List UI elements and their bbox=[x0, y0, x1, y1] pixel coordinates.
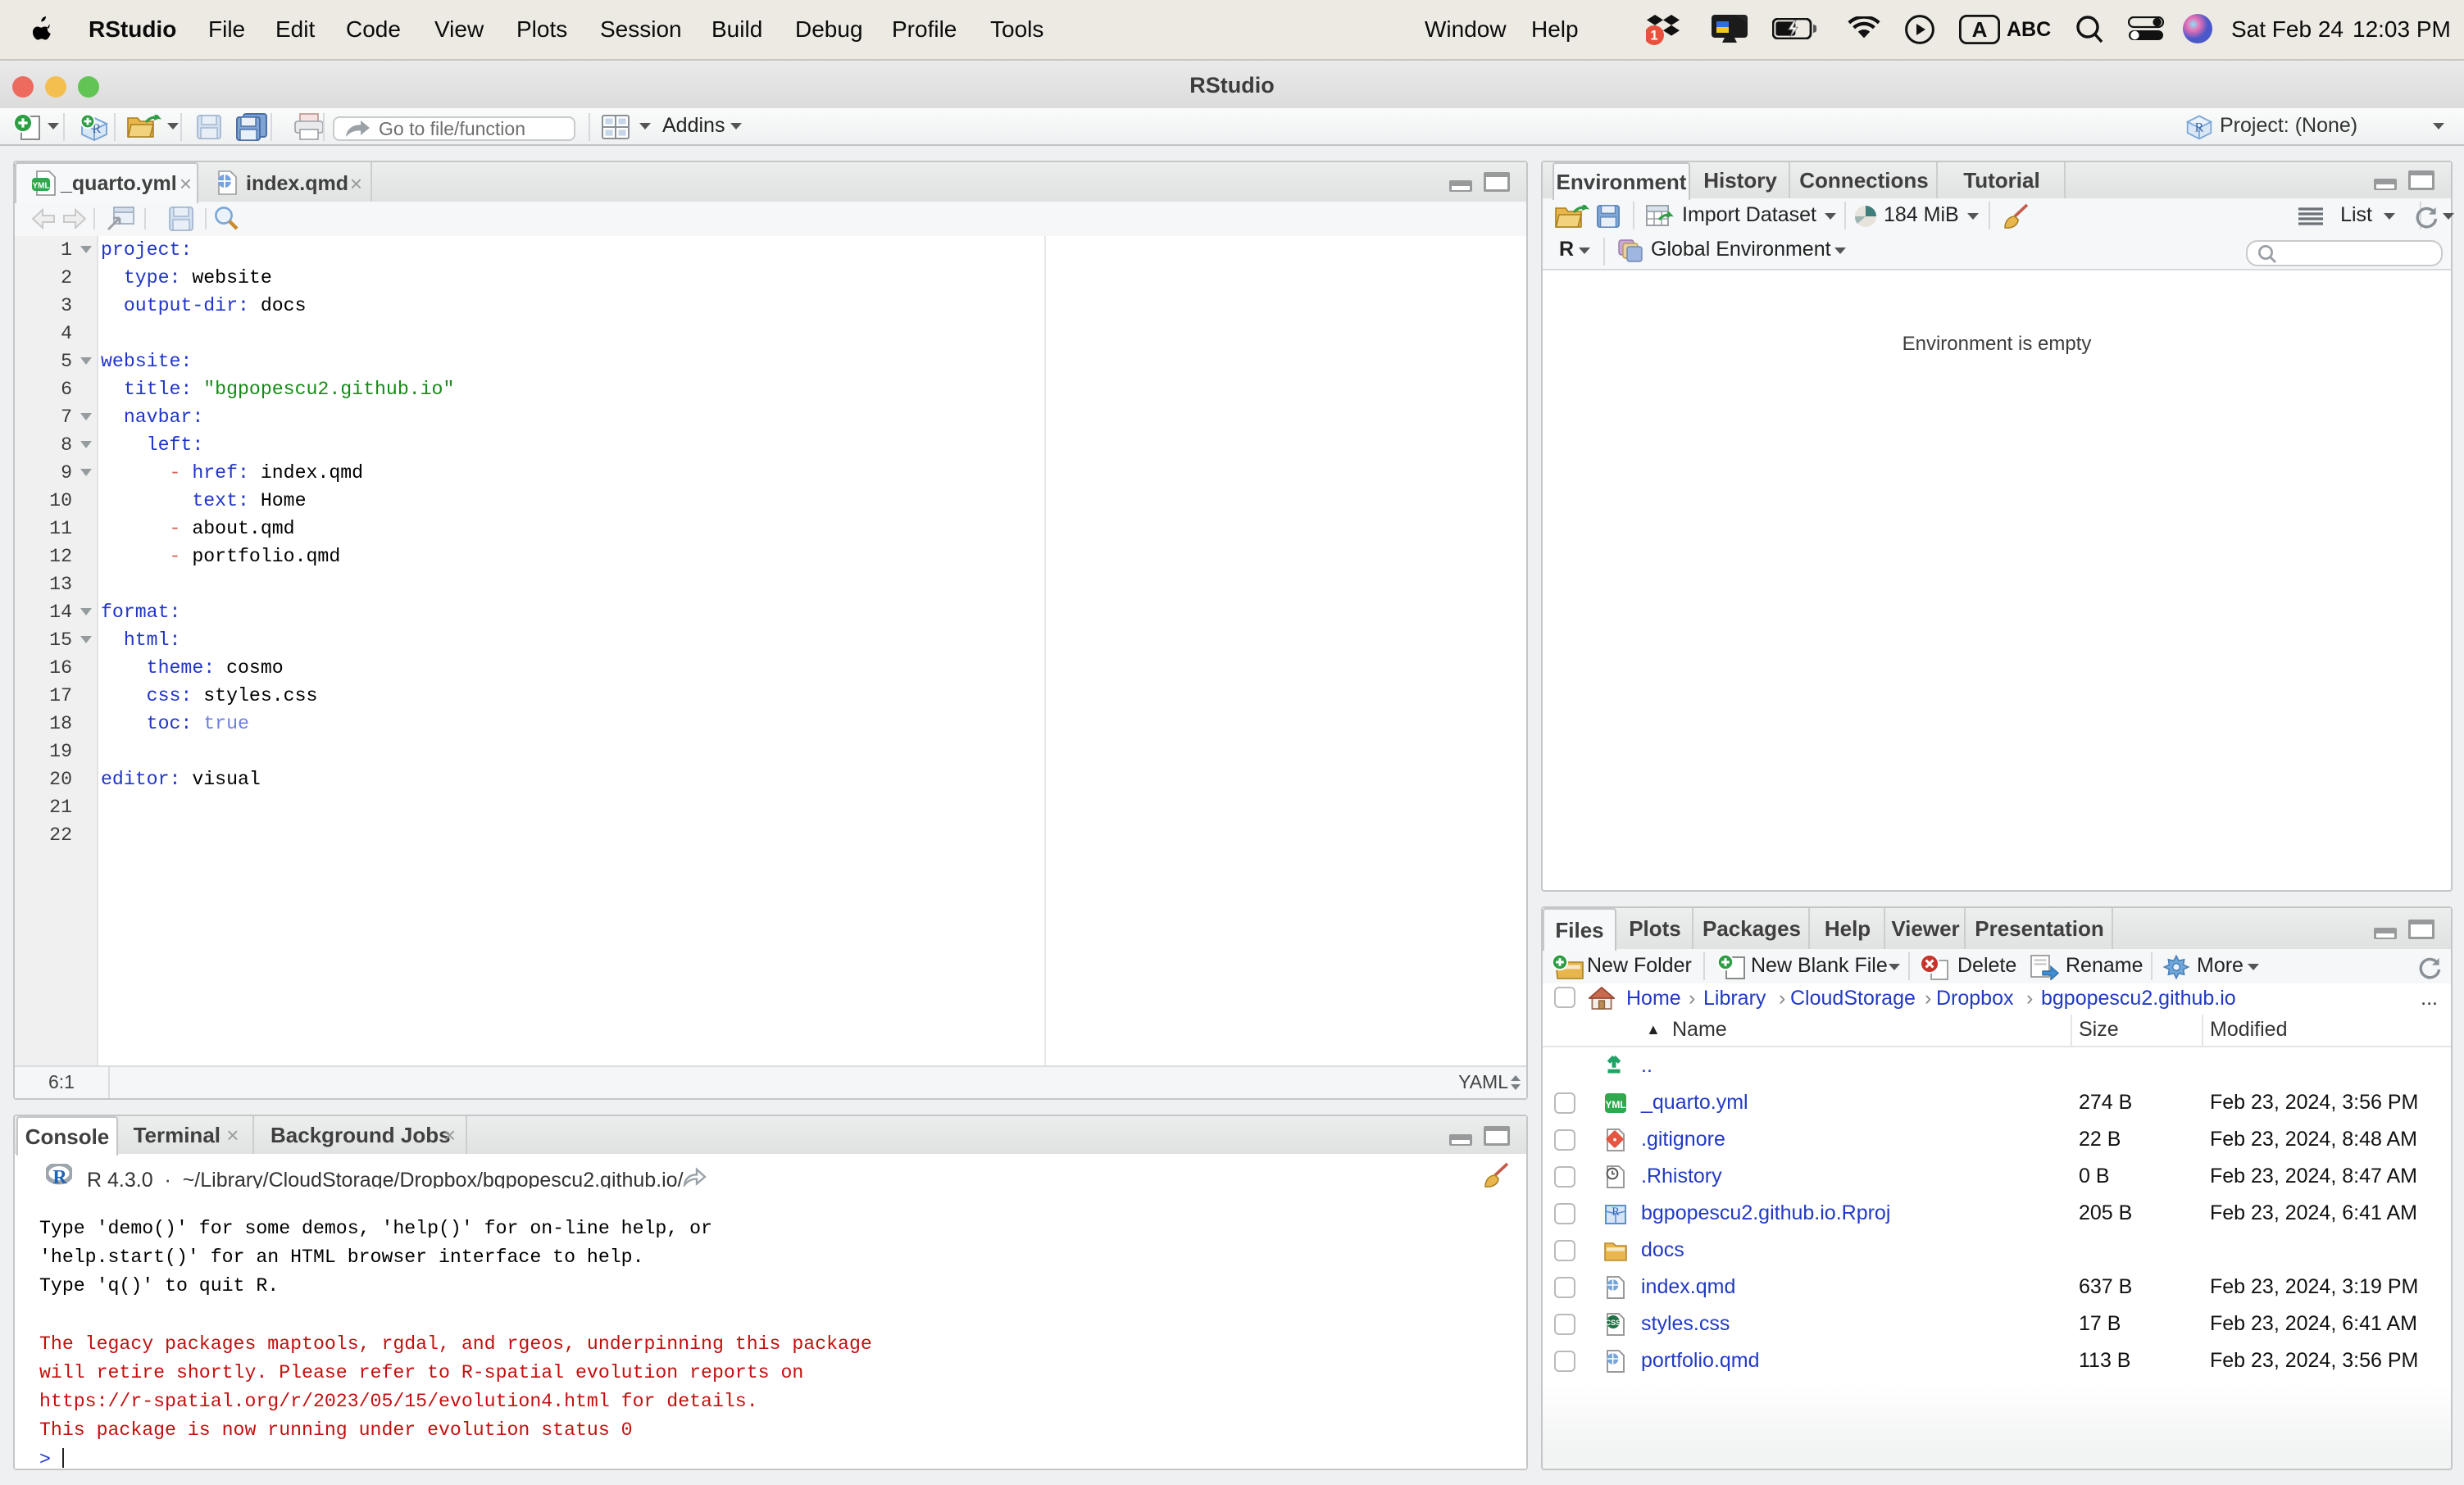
svg-text:R: R bbox=[1612, 1206, 1620, 1219]
svg-text:R: R bbox=[52, 1167, 67, 1185]
svg-text:•: • bbox=[1613, 1133, 1617, 1146]
svg-text:YML: YML bbox=[1605, 1099, 1625, 1110]
svg-text:A: A bbox=[1972, 17, 1988, 42]
svg-text:CSS: CSS bbox=[1606, 1319, 1621, 1327]
svg-text:YML: YML bbox=[32, 182, 49, 191]
svg-text:R: R bbox=[2195, 120, 2204, 134]
svg-text:1: 1 bbox=[1650, 28, 1657, 43]
